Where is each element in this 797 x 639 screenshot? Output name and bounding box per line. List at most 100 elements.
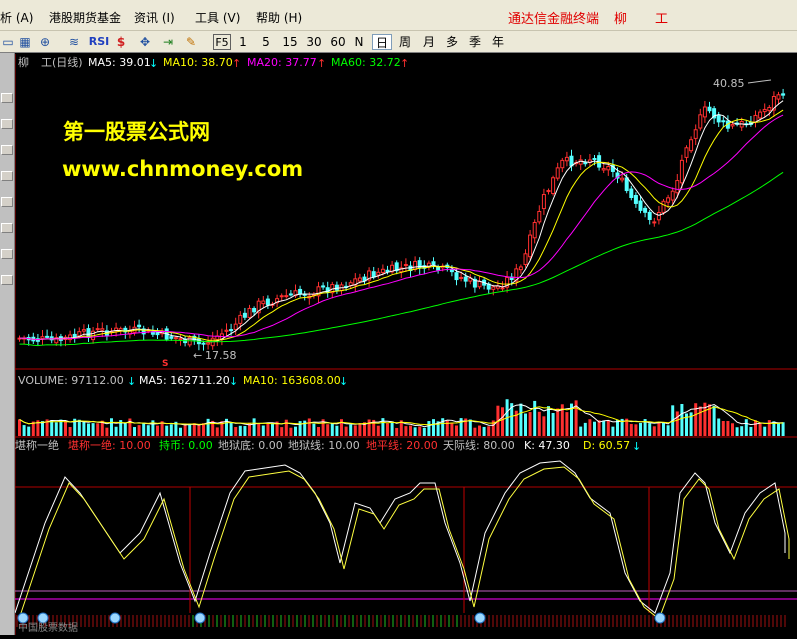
period-year[interactable]: 年: [490, 34, 506, 50]
side-button[interactable]: [1, 275, 13, 285]
pen-icon[interactable]: ✎: [183, 34, 199, 50]
volume-bar: [294, 426, 297, 436]
zoom-icon[interactable]: ⊕: [37, 34, 53, 50]
indicator-p4: 地狱线: 10.00: [288, 438, 360, 452]
candle-body: [776, 94, 781, 100]
up-arrow-icon: ↑: [400, 57, 409, 70]
period-60min[interactable]: 60: [328, 34, 348, 50]
chart-icon[interactable]: ≋: [66, 34, 82, 50]
move-icon[interactable]: ✥: [137, 34, 153, 50]
period-n[interactable]: N: [352, 34, 366, 50]
down-arrow-icon: ↓: [339, 375, 348, 388]
volume-bar: [234, 426, 238, 436]
signal-dot-icon: [37, 612, 49, 624]
export-icon[interactable]: ⇥: [160, 34, 176, 50]
volume-bar: [657, 422, 661, 436]
volume-bar: [524, 413, 527, 436]
volume-bar: [721, 420, 725, 436]
volume-bar: [252, 418, 256, 436]
candle-body: [564, 156, 569, 162]
candle-body: [620, 177, 625, 181]
candle-body: [454, 272, 459, 281]
side-button[interactable]: [1, 145, 13, 155]
candle-body: [528, 234, 533, 258]
window-icon[interactable]: ▭: [0, 34, 16, 50]
volume-bar: [583, 422, 587, 436]
volume-bar: [312, 423, 316, 436]
side-button[interactable]: [1, 171, 13, 181]
candle-body: [491, 286, 496, 290]
candle-body: [242, 312, 247, 318]
chart-area[interactable]: 柳 工(日线) MA5: 39.01 ↓ MA10: 38.70 ↑ MA20:…: [14, 53, 797, 635]
candle-body: [449, 268, 454, 273]
volume-bar: [565, 412, 569, 436]
volume-bar: [487, 426, 491, 436]
period-week[interactable]: 周: [397, 34, 413, 50]
period-f5[interactable]: F5: [213, 34, 231, 50]
volume-bar: [666, 425, 670, 436]
volume-bar: [634, 424, 638, 436]
candle-body: [403, 264, 408, 267]
ma5-value: MA5: 39.01: [88, 56, 151, 69]
dollar-icon[interactable]: $: [113, 34, 129, 50]
high-price-label: 40.85: [713, 77, 745, 90]
side-button[interactable]: [1, 197, 13, 207]
candle-body: [371, 271, 376, 278]
menu-tools[interactable]: 工具 (V): [195, 9, 240, 26]
candle-body: [702, 106, 707, 118]
candle-body: [781, 93, 786, 96]
volume-bar: [712, 405, 716, 436]
volume-bar: [556, 408, 560, 436]
volume-bar: [114, 426, 118, 436]
candle-body: [252, 308, 257, 313]
candle-body: [233, 323, 238, 330]
period-quarter[interactable]: 季: [467, 34, 483, 50]
volume-bar: [280, 427, 284, 436]
grid-icon[interactable]: ▦: [17, 34, 33, 50]
period-30min[interactable]: 30: [304, 34, 324, 50]
candle-body: [652, 221, 657, 224]
candle-body: [376, 271, 381, 276]
volume-bar: [422, 427, 426, 436]
period-multi[interactable]: 多: [444, 34, 460, 50]
volume-bar: [680, 403, 684, 436]
volume-bar: [450, 422, 454, 436]
volume-bar: [82, 421, 86, 436]
volume-bar: [340, 419, 343, 436]
volume-bar: [662, 422, 665, 436]
period-day[interactable]: 日: [372, 34, 392, 50]
volume-bar: [133, 427, 136, 436]
period-15min[interactable]: 15: [280, 34, 300, 50]
volume-bar: [91, 423, 95, 436]
volume-bar: [777, 423, 780, 436]
menu-info[interactable]: 资讯 (I): [134, 9, 175, 26]
menu-bar: 析 (A) 港股期货基金 资讯 (I) 工具 (V) 帮助 (H) 通达信金融终…: [0, 0, 797, 31]
period-5min[interactable]: 5: [259, 34, 273, 50]
period-1min[interactable]: 1: [236, 34, 250, 50]
candle-body: [380, 268, 385, 273]
menu-help[interactable]: 帮助 (H): [256, 9, 302, 26]
volume-bar: [183, 425, 187, 436]
rsi-icon[interactable]: RSI: [88, 34, 110, 50]
candle-body: [532, 222, 537, 239]
volume-bar: [165, 425, 169, 436]
candle-body: [758, 111, 763, 119]
menu-hk-futures-funds[interactable]: 港股期货基金: [49, 9, 121, 26]
volume-bar: [188, 423, 192, 436]
volume-bar: [528, 412, 532, 436]
side-button[interactable]: [1, 249, 13, 259]
volume-bar: [519, 403, 523, 436]
watermark-title: 第一股票公式网: [63, 120, 210, 144]
menu-analysis[interactable]: 析 (A): [0, 9, 33, 26]
period-month[interactable]: 月: [421, 34, 437, 50]
side-button[interactable]: [1, 93, 13, 103]
candle-body: [643, 207, 648, 213]
candle-body: [413, 260, 418, 270]
side-button[interactable]: [1, 223, 13, 233]
ma20-line: [19, 114, 784, 341]
volume-bar: [206, 418, 210, 436]
candle-body: [730, 123, 735, 127]
side-button[interactable]: [1, 119, 13, 129]
volume-bar: [551, 412, 555, 436]
candle-body: [762, 108, 767, 113]
